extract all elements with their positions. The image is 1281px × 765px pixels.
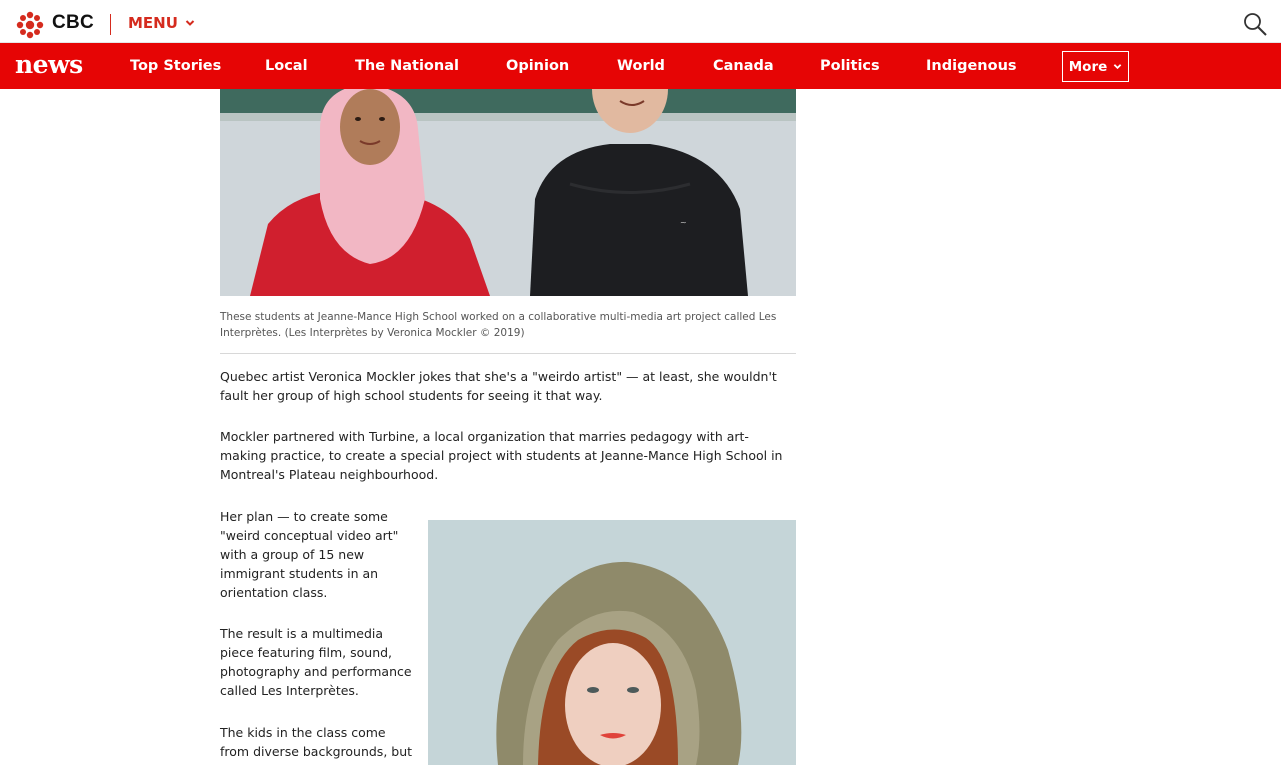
menu-label: MENU — [128, 14, 178, 32]
nav-item-opinion[interactable]: Opinion — [506, 58, 569, 74]
more-label: More — [1068, 58, 1108, 75]
article-paragraph: Her plan — to create some "weird concept… — [220, 509, 399, 600]
nav-item-world[interactable]: World — [617, 58, 665, 74]
caption-divider — [220, 353, 796, 354]
news-logo[interactable]: news — [15, 50, 83, 79]
chevron-down-icon — [185, 20, 195, 26]
search-icon[interactable] — [1242, 11, 1268, 37]
header-divider — [110, 14, 111, 35]
portrait-image — [428, 520, 796, 765]
news-nav-bar: news Top Stories Local The National Opin… — [0, 43, 1281, 89]
cbc-wordmark[interactable]: CBC — [52, 12, 94, 34]
cbc-top-bar: CBC MENU — [0, 0, 1281, 43]
nav-item-top-stories[interactable]: Top Stories — [130, 58, 221, 74]
svg-text:~: ~ — [680, 218, 687, 227]
image-caption: These students at Jeanne-Mance High Scho… — [220, 311, 777, 339]
article-paragraph: The kids in the class come from diverse … — [220, 725, 413, 765]
students-photo: ~ — [220, 89, 796, 296]
more-button[interactable]: More — [1062, 51, 1129, 82]
nav-item-canada[interactable]: Canada — [713, 58, 774, 74]
hero-image-students: ~ — [220, 89, 796, 296]
cbc-gem-icon[interactable] — [16, 11, 44, 39]
article-paragraph: Quebec artist Veronica Mockler jokes tha… — [220, 369, 777, 403]
nav-item-indigenous[interactable]: Indigenous — [926, 58, 1017, 74]
chevron-down-icon — [1113, 64, 1122, 70]
article-paragraph: Mockler partnered with Turbine, a local … — [220, 429, 783, 482]
nav-item-local[interactable]: Local — [265, 58, 308, 74]
article-paragraph: The result is a multimedia piece featuri… — [220, 626, 412, 698]
nav-item-politics[interactable]: Politics — [820, 58, 880, 74]
portrait-photo — [428, 520, 796, 765]
menu-button[interactable]: MENU — [128, 14, 195, 32]
nav-item-the-national[interactable]: The National — [355, 58, 459, 74]
